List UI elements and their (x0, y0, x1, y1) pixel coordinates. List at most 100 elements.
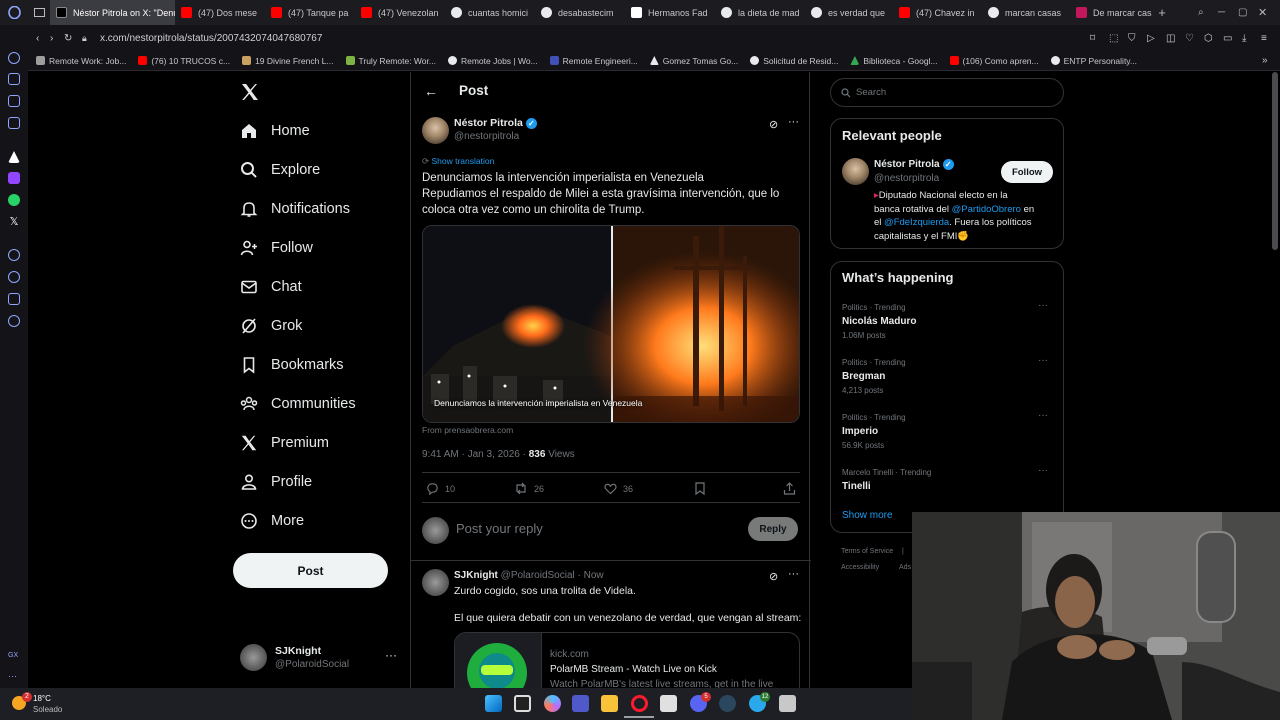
bookmark-item[interactable]: Solicitud de Resid... (750, 56, 838, 66)
post-button[interactable]: Post (233, 553, 388, 588)
nav-chat[interactable]: Chat (240, 278, 302, 296)
more-bookmarks-icon[interactable]: » (1262, 55, 1280, 66)
trend-item[interactable]: Politics · Trending Bregman 4,213 posts … (831, 351, 1063, 401)
trend-item[interactable]: Politics · Trending Imperio 56.9K posts … (831, 406, 1063, 456)
steam-icon[interactable] (719, 695, 736, 712)
vpn-badge-icon[interactable]: ⛉ (1128, 33, 1147, 44)
settings-icon[interactable] (8, 315, 20, 327)
tab-9[interactable]: (47) Chavez in (893, 0, 982, 25)
nav-explore[interactable]: Explore (240, 161, 320, 179)
bookmark-item[interactable]: (76) 10 TRUCOS c... (138, 56, 230, 66)
grok-icon[interactable]: ⊘ (769, 570, 778, 583)
footer-accessibility-link[interactable]: Accessibility (841, 564, 879, 571)
minimize-icon[interactable]: ─ (1218, 7, 1238, 18)
new-tab-icon[interactable]: + (1152, 5, 1172, 20)
x-icon[interactable]: 𝕏 (8, 216, 20, 228)
more-icon[interactable]: ··· (1038, 355, 1048, 366)
bookmark-item[interactable]: Truly Remote: Wor... (345, 56, 436, 66)
maximize-icon[interactable]: ▢ (1238, 7, 1258, 18)
weather-widget[interactable]: 2 (12, 692, 32, 712)
heart-icon[interactable]: ♡ (1185, 33, 1204, 44)
nav-more[interactable]: More (240, 512, 304, 530)
page-scrollbar[interactable] (1272, 72, 1278, 250)
more-icon[interactable]: ··· (1038, 300, 1048, 311)
nav-notifications[interactable]: Notifications (240, 200, 350, 218)
notepad-icon[interactable] (660, 695, 677, 712)
extension-icon[interactable]: ⬡ (1204, 33, 1223, 44)
back-icon[interactable]: ‹ (36, 33, 50, 44)
windows-start-icon[interactable] (485, 695, 502, 712)
search-box[interactable]: Search (830, 78, 1064, 107)
relevant-name[interactable]: Néstor Pitrola ✓ (874, 159, 954, 170)
bookmark-item[interactable]: ENTP Personality... (1050, 56, 1137, 66)
forward-icon[interactable]: › (50, 33, 64, 44)
music-icon[interactable] (8, 249, 20, 261)
tab-10[interactable]: marcan casas (982, 0, 1070, 25)
bookmark-icon[interactable]: ⌑ (1090, 33, 1109, 44)
account-switcher[interactable]: SJKnight @PolaroidSocial ··· (240, 644, 400, 672)
file-explorer-icon[interactable] (601, 695, 618, 712)
search-input[interactable]: Search (856, 87, 886, 98)
link-card[interactable]: kick.com PolarMB Stream - Watch Live on … (454, 632, 800, 688)
source-link[interactable]: From prensaobrera.com (422, 425, 513, 435)
bookmark-icon[interactable] (694, 482, 706, 500)
snapshot-icon[interactable]: ⬚ (1109, 33, 1128, 44)
tab-4[interactable]: cuantas homici (445, 0, 535, 25)
mention-link[interactable]: @FdeIzquierda (884, 217, 949, 228)
tab-6[interactable]: Hermanos Fad (625, 0, 715, 25)
nav-follow[interactable]: Follow (240, 239, 313, 257)
task-view-icon[interactable] (514, 695, 531, 712)
reply-input[interactable]: Post your reply (456, 521, 543, 536)
bookmark-item[interactable]: Remote Jobs | Wo... (447, 56, 538, 66)
follow-button[interactable]: Follow (1001, 161, 1053, 183)
tab-menu-icon[interactable] (28, 0, 50, 25)
flow-icon[interactable]: ◫ (1166, 33, 1185, 44)
relevant-avatar[interactable] (842, 158, 869, 185)
nav-profile[interactable]: Profile (240, 473, 312, 491)
tab-2[interactable]: (47) Tanque pa (265, 0, 355, 25)
nav-premium[interactable]: Premium (240, 434, 329, 452)
repost-action[interactable]: 26 (514, 482, 544, 495)
history-icon[interactable] (8, 271, 20, 283)
more-icon[interactable]: ··· (385, 648, 397, 662)
messenger-icon[interactable] (8, 117, 20, 129)
tab-1[interactable]: (47) Dos mese (175, 0, 265, 25)
mention-link[interactable]: @PartidoObrero (952, 204, 1021, 215)
reply-button[interactable]: Reply (748, 517, 798, 541)
search-tabs-icon[interactable]: ⌕ (1198, 7, 1218, 18)
workspaces-icon[interactable] (8, 95, 20, 107)
aria-icon[interactable] (8, 52, 20, 64)
shopping-icon[interactable] (8, 73, 20, 85)
nav-home[interactable]: Home (240, 122, 310, 140)
close-window-icon[interactable]: ✕ (1258, 6, 1280, 19)
author-avatar[interactable] (422, 117, 449, 144)
author-name[interactable]: Néstor Pitrola ✓ (454, 117, 537, 129)
grok-icon[interactable]: ⊘ (769, 118, 778, 131)
more-icon[interactable]: ··· (1038, 410, 1048, 421)
like-action[interactable]: 36 (604, 482, 633, 495)
calculator-icon[interactable] (779, 695, 796, 712)
extensions-icon[interactable] (8, 293, 20, 305)
nav-communities[interactable]: Communities (240, 395, 356, 413)
reply-action[interactable]: 10 (426, 482, 455, 495)
tab-5[interactable]: desabastecim (535, 0, 625, 25)
nav-bookmarks[interactable]: Bookmarks (240, 356, 344, 374)
tab-8[interactable]: es verdad que (805, 0, 893, 25)
more-sidebar-icon[interactable]: ··· (8, 670, 20, 682)
bookmark-item[interactable]: 19 Divine French L... (242, 56, 334, 66)
twitch-icon[interactable] (8, 172, 20, 184)
url-field[interactable]: x.com/nestorpitrola/status/2007432074047… (100, 33, 322, 44)
share-icon[interactable] (783, 482, 796, 500)
back-arrow-icon[interactable]: ← (424, 83, 438, 99)
tab-11[interactable]: De marcar casa (1070, 0, 1152, 25)
tab-7[interactable]: la dieta de mad (715, 0, 805, 25)
bookmark-item[interactable]: (106) Como apren... (949, 56, 1039, 66)
copilot-icon[interactable] (544, 695, 561, 712)
player-icon[interactable]: ▷ (1147, 33, 1166, 44)
footer-terms-link[interactable]: Terms of Service (841, 548, 893, 555)
trend-item[interactable]: Marcelo Tinelli · Trending Tinelli ··· (831, 461, 1063, 497)
download-icon[interactable]: ⤓ (1242, 33, 1261, 44)
tab-0[interactable]: Néstor Pitrola on X: "Denu (50, 0, 175, 25)
vpn-icon[interactable] (8, 151, 20, 163)
reply-avatar[interactable] (422, 569, 449, 596)
